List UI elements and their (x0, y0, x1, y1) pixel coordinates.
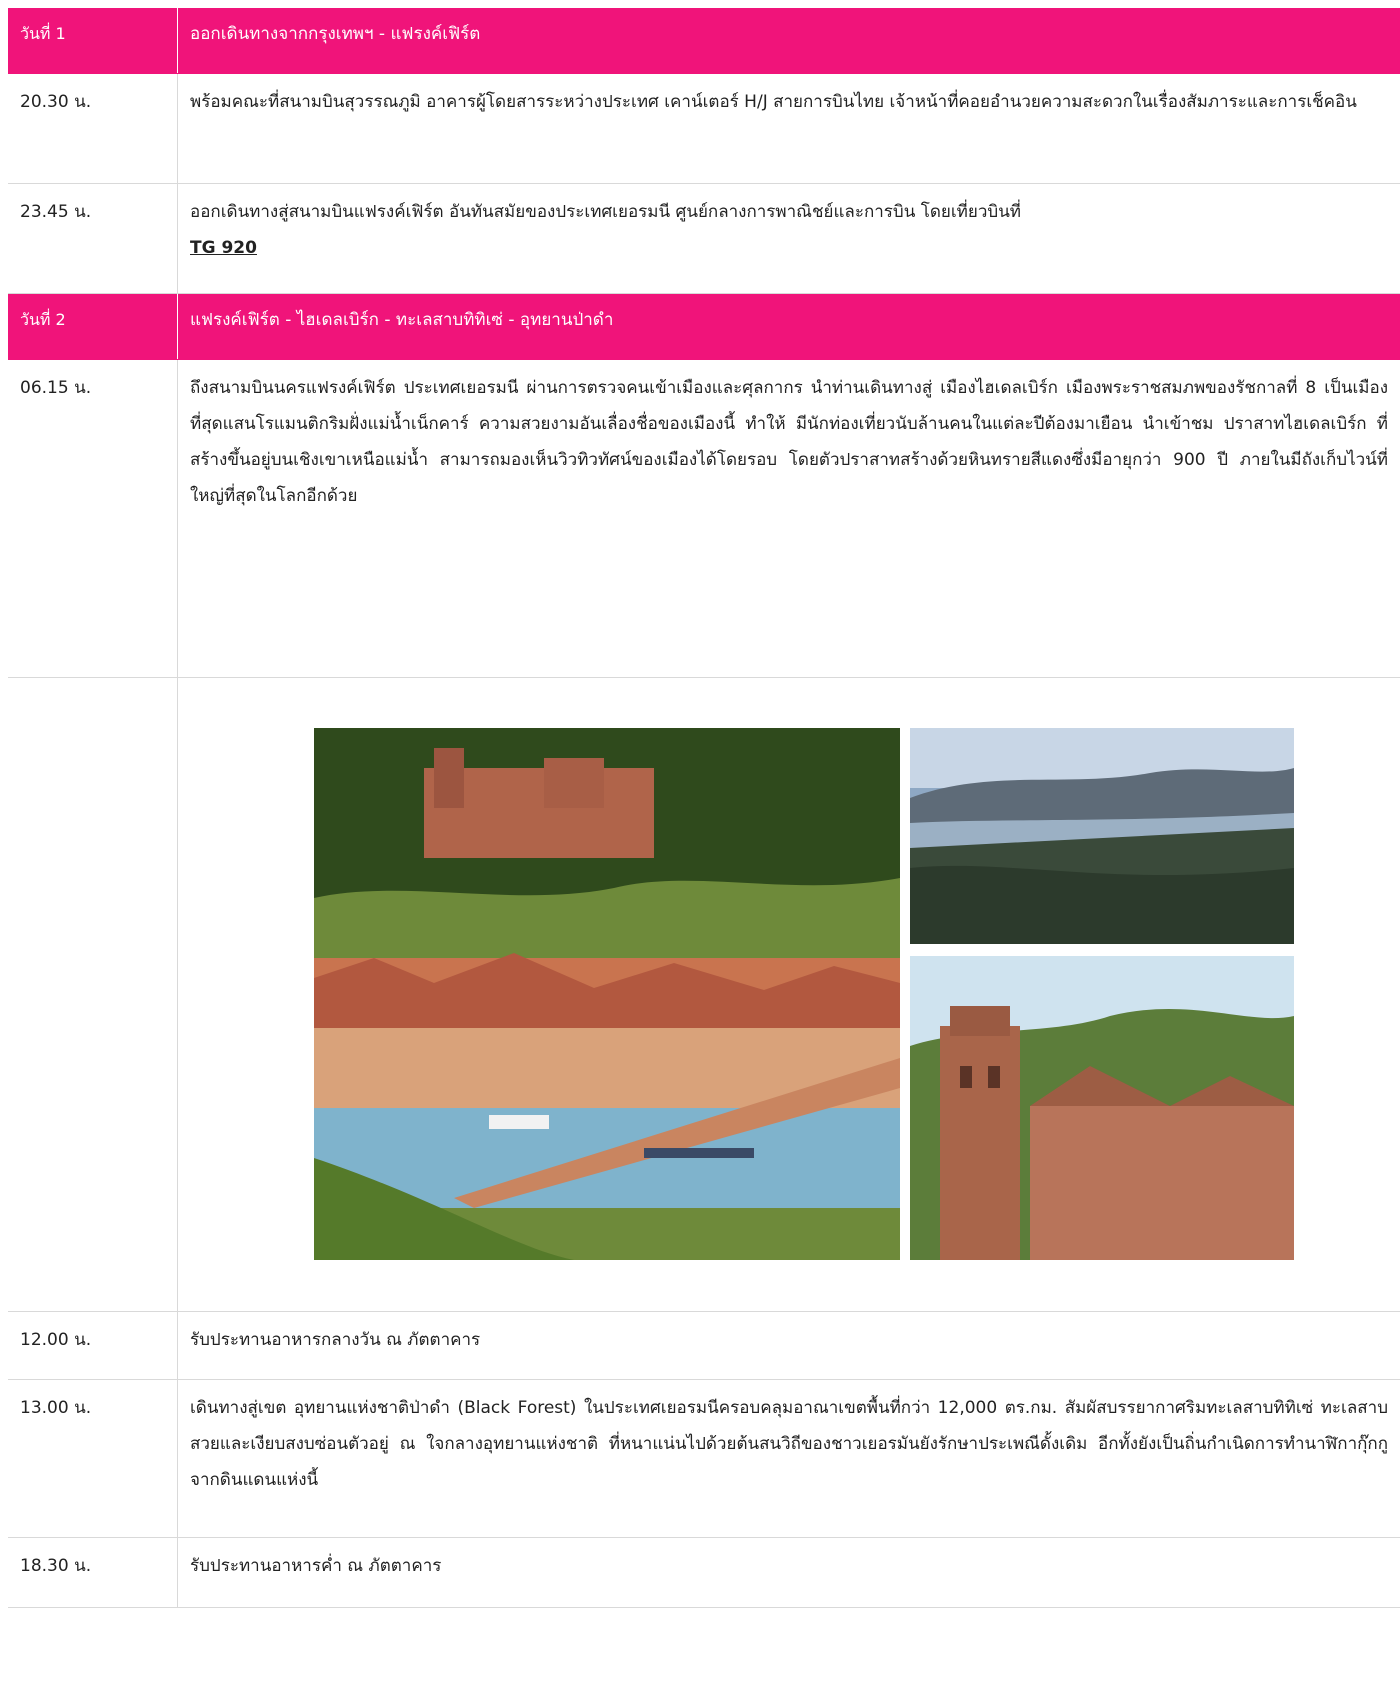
itinerary-table: วันที่ 1 ออกเดินทางจากกรุงเทพฯ - แฟรงค์เ… (8, 8, 1400, 1608)
heidelberg-city-bridge-photo (314, 728, 900, 1260)
table-row: 06.15 น. ถึงสนามบินนครแฟรงค์เฟิร์ต ประเท… (8, 360, 1400, 678)
time-cell: 18.30 น. (8, 1538, 178, 1607)
time-cell: 23.45 น. (8, 184, 178, 293)
day-header-1: วันที่ 1 ออกเดินทางจากกรุงเทพฯ - แฟรงค์เ… (8, 8, 1400, 74)
table-row: 20.30 น. พร้อมคณะที่สนามบินสุวรรณภูมิ อา… (8, 74, 1400, 184)
time-cell: 13.00 น. (8, 1380, 178, 1537)
time-cell: 06.15 น. (8, 360, 178, 677)
day-label: วันที่ 2 (8, 294, 178, 359)
photo-collage (314, 728, 1294, 1260)
table-row: 12.00 น. รับประทานอาหารกลางวัน ณ ภัตตาคา… (8, 1312, 1400, 1380)
description-cell: เดินทางสู่เขต อุทยานแห่งชาติป่าดำ (Black… (190, 1398, 1388, 1490)
table-row: 18.30 น. รับประทานอาหารค่ำ ณ ภัตตาคาร (8, 1538, 1400, 1608)
time-cell: 12.00 น. (8, 1312, 178, 1379)
photo-cell (178, 678, 1400, 1311)
description-cell: ถึงสนามบินนครแฟรงค์เฟิร์ต ประเทศเยอรมนี … (190, 378, 1389, 506)
flight-number-link[interactable]: TG 920 (190, 238, 257, 258)
description-cell: รับประทานอาหารค่ำ ณ ภัตตาคาร (190, 1556, 442, 1576)
table-row: 13.00 น. เดินทางสู่เขต อุทยานแห่งชาติป่า… (8, 1380, 1400, 1538)
day-title: ออกเดินทางจากกรุงเทพฯ - แฟรงค์เฟิร์ต (190, 24, 481, 44)
heidelberg-castle-tower-photo (910, 956, 1294, 1260)
day-header-2: วันที่ 2 แฟรงค์เฟิร์ต - ไฮเดลเบิร์ก - ทะ… (8, 294, 1400, 360)
description-cell: พร้อมคณะที่สนามบินสุวรรณภูมิ อาคารผู้โดย… (190, 92, 1357, 112)
description-text: ออกเดินทางสู่สนามบินแฟรงค์เฟิร์ต อันทันส… (190, 202, 1022, 222)
description-cell: รับประทานอาหารกลางวัน ณ ภัตตาคาร (190, 1330, 481, 1350)
table-row: 23.45 น. ออกเดินทางสู่สนามบินแฟรงค์เฟิร์… (8, 184, 1400, 294)
photo-row (8, 678, 1400, 1312)
day-title: แฟรงค์เฟิร์ต - ไฮเดลเบิร์ก - ทะเลสาบทิทิ… (190, 310, 614, 330)
time-cell-empty (8, 678, 178, 1311)
titisee-lake-photo (910, 728, 1294, 944)
description-cell: ออกเดินทางสู่สนามบินแฟรงค์เฟิร์ต อันทันส… (178, 184, 1400, 293)
time-cell: 20.30 น. (8, 74, 178, 183)
day-label: วันที่ 1 (8, 8, 178, 73)
